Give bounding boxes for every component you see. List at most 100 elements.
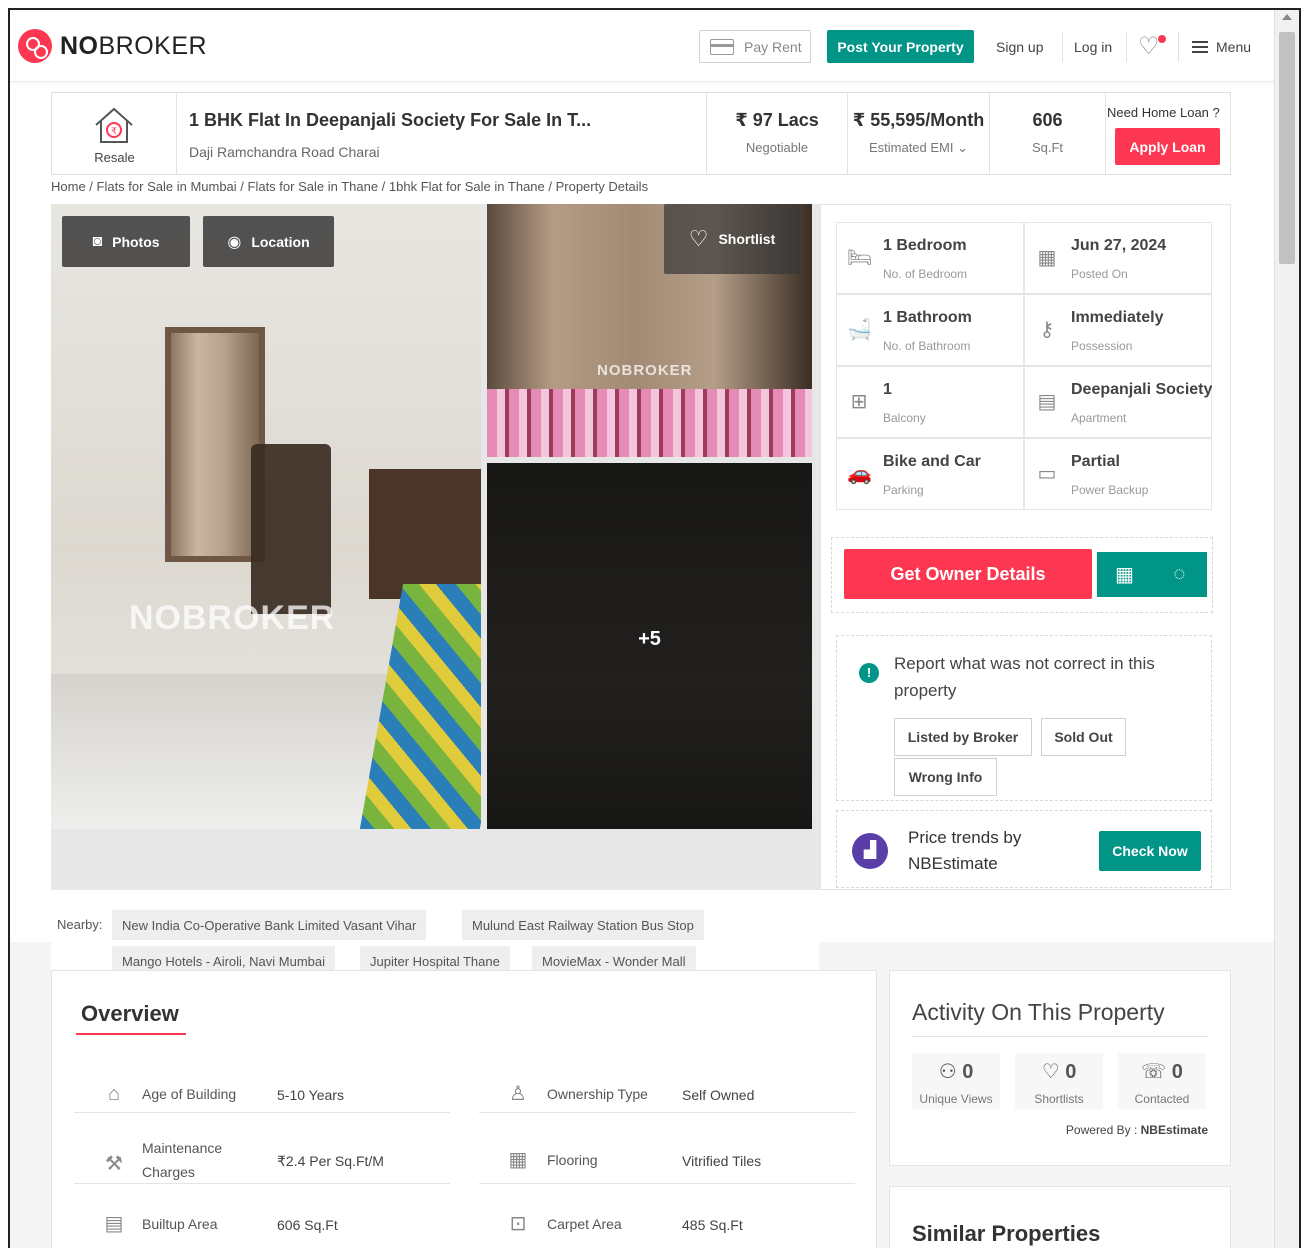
- tools-icon: ⚒: [105, 1153, 123, 1175]
- page: NOBROKER Pay Rent Post Your Property Sig…: [10, 10, 1276, 1248]
- overview-label: Ownership Type: [547, 1086, 648, 1102]
- area-unit: Sq.Ft: [1031, 140, 1064, 155]
- spec-possession: ⚷ Immediately Possession: [1024, 294, 1212, 366]
- nav-divider: [1062, 32, 1063, 62]
- scrollbar-thumb[interactable]: [1279, 32, 1295, 264]
- activity-title: Activity On This Property: [912, 999, 1165, 1025]
- sign-up-link[interactable]: Sign up: [996, 39, 1043, 55]
- car-icon: 🚗: [847, 463, 872, 485]
- nav-divider: [1126, 32, 1127, 62]
- hamburger-icon: [1192, 41, 1208, 53]
- credit-card-icon: [710, 38, 734, 55]
- title-cell: [177, 93, 707, 174]
- spec-posted-on: ▦ Jun 27, 2024 Posted On: [1024, 222, 1212, 294]
- overview-title: Overview: [81, 1001, 179, 1026]
- watermark: NOBROKER: [129, 599, 336, 637]
- alert-icon: !: [859, 663, 879, 683]
- heart-icon: ♡: [1041, 1061, 1060, 1083]
- property-type-cell: ₹ Resale: [52, 93, 177, 174]
- log-in-link[interactable]: Log in: [1074, 39, 1112, 55]
- listed-by-broker-chip[interactable]: Listed by Broker: [894, 718, 1032, 756]
- overview-label: Builtup Area: [142, 1216, 218, 1232]
- logo-text: NOBROKER: [60, 31, 208, 60]
- phone-icon: ☏: [1141, 1061, 1167, 1083]
- photo-gallery[interactable]: NOBROKER NOBROKER +5 ◙ Photos ◉ Location ♡…: [51, 204, 820, 890]
- shortlist-heart-icon[interactable]: ♡: [1138, 35, 1160, 59]
- activity-section: Activity On This Property ⚇ 0 Unique Vie…: [889, 970, 1231, 1166]
- chat-button[interactable]: ◌: [1152, 552, 1207, 597]
- owner-icon: ♙: [509, 1083, 527, 1105]
- report-text: Report what was not correct in this prop…: [894, 654, 1155, 700]
- overview-label: Maintenance Charges: [142, 1140, 223, 1180]
- location-button[interactable]: ◉ Location: [203, 216, 334, 267]
- spec-parking: 🚗 Bike and Car Parking: [836, 438, 1024, 510]
- emi-cell[interactable]: ₹ 55,595/Month Estimated EMI ⌄: [848, 93, 990, 174]
- shortlist-button[interactable]: ♡ Shortlist: [664, 204, 800, 274]
- battery-icon: ▭: [1037, 463, 1057, 485]
- vertical-scrollbar[interactable]: [1274, 10, 1299, 1248]
- area-value: 606: [1032, 110, 1063, 130]
- heart-icon: ♡: [688, 226, 709, 251]
- price-value: ₹ 97 Lacs: [735, 110, 819, 130]
- photos-button[interactable]: ◙ Photos: [62, 216, 190, 267]
- price-trends-text: Price trends by NBEstimate: [908, 828, 1022, 873]
- overview-value: ₹2.4 Per Sq.Ft/M: [277, 1153, 384, 1169]
- property-title: 1 BHK Flat In Deepanjali Society For Sal…: [189, 110, 592, 130]
- svg-text:₹: ₹: [111, 127, 117, 137]
- schedule-visit-button[interactable]: ▦: [1097, 552, 1152, 597]
- apply-loan-button[interactable]: Apply Loan: [1115, 128, 1220, 165]
- chevron-down-icon: ⌄: [957, 140, 969, 155]
- property-address: Daji Ramchandra Road Charai: [189, 144, 380, 160]
- cake-icon: ⌂: [107, 1083, 121, 1105]
- camera-icon: ◙: [92, 232, 103, 250]
- nearby-item[interactable]: Mulund East Railway Station Bus Stop: [462, 910, 704, 940]
- nobroker-logo-icon: [18, 29, 52, 63]
- post-your-property-button[interactable]: Post Your Property: [827, 30, 974, 63]
- breadcrumb[interactable]: Home / Flats for Sale in Mumbai / Flats …: [51, 179, 648, 194]
- more-photos-tile[interactable]: +5: [487, 463, 812, 829]
- nearby-places: Nearby: New India Co-Operative Bank Limi…: [51, 900, 819, 976]
- similar-properties-title: Similar Properties: [912, 1221, 1101, 1246]
- more-photos-count: +5: [638, 628, 661, 650]
- overview-section: Overview ⌂ Age of Building 5-10 Years ♙ …: [51, 970, 877, 1248]
- building-icon: ▤: [1037, 391, 1057, 413]
- spec-power-backup: ▭ Partial Power Backup: [1024, 438, 1212, 510]
- key-icon: ⚷: [1039, 319, 1055, 341]
- similar-properties-section: Similar Properties: [889, 1186, 1231, 1248]
- check-now-button[interactable]: Check Now: [1099, 831, 1201, 871]
- title-underline: [76, 1033, 186, 1035]
- overview-label: Carpet Area: [547, 1216, 622, 1232]
- unique-views-stat: ⚇ 0 Unique Views: [912, 1053, 1000, 1109]
- spec-apartment: ▤ Deepanjali Society Apartment: [1024, 366, 1212, 438]
- menu-button[interactable]: Menu: [1192, 39, 1251, 55]
- get-owner-details-button[interactable]: Get Owner Details: [844, 549, 1092, 599]
- overview-label: Flooring: [547, 1152, 598, 1168]
- emi-dropdown[interactable]: Estimated EMI ⌄: [848, 140, 989, 156]
- main-photo[interactable]: NOBROKER: [51, 204, 481, 829]
- scroll-up-arrow-icon[interactable]: [1282, 14, 1292, 20]
- powered-by: Powered By : NBEstimate: [1065, 1123, 1208, 1137]
- owner-contact-box: Get Owner Details ▦ ◌: [831, 537, 1213, 613]
- compass-icon: ◉: [227, 233, 242, 251]
- chart-icon: ▟: [852, 833, 888, 869]
- price-cell: ₹ 97 Lacs Negotiable: [707, 93, 848, 174]
- notification-dot: [1158, 35, 1166, 43]
- overview-value: Self Owned: [682, 1087, 755, 1103]
- bed-icon: 🛏: [847, 247, 873, 269]
- nearby-item[interactable]: New India Co-Operative Bank Limited Vasa…: [112, 910, 427, 940]
- browser-frame: NOBROKER Pay Rent Post Your Property Sig…: [8, 8, 1301, 1248]
- user-icon: ⚇: [938, 1061, 957, 1083]
- house-icon: ₹: [95, 107, 133, 143]
- sold-out-chip[interactable]: Sold Out: [1041, 718, 1126, 756]
- nearby-label: Nearby:: [57, 917, 103, 932]
- spec-balcony: ⊞ 1 Balcony: [836, 366, 1024, 438]
- nobroker-logo[interactable]: NOBROKER: [18, 29, 207, 63]
- overview-value: 5-10 Years: [277, 1087, 344, 1103]
- area-icon: ⊡: [509, 1213, 527, 1235]
- wrong-info-chip[interactable]: Wrong Info: [894, 758, 997, 796]
- price-trends-box: ▟ Price trends by NBEstimate Check Now: [836, 810, 1212, 888]
- shortlists-stat: ♡ 0 Shortlists: [1015, 1053, 1103, 1109]
- resale-label: Resale: [94, 150, 135, 165]
- pay-rent-button[interactable]: Pay Rent: [699, 30, 811, 63]
- report-box: ! Report what was not correct in this pr…: [836, 635, 1212, 801]
